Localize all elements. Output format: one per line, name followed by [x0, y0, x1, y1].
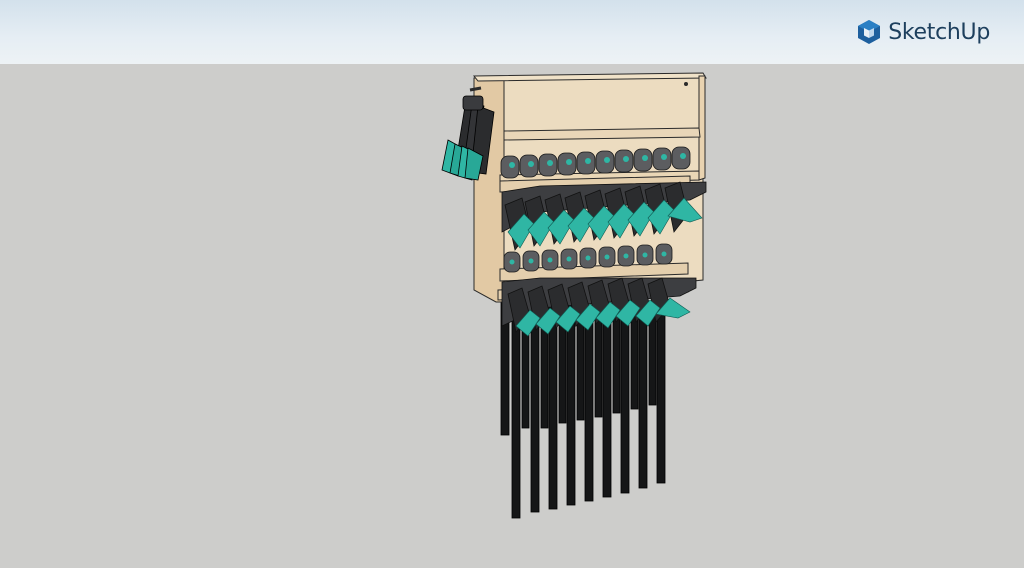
clamp-bar: [584, 304, 594, 502]
sketchup-logo-icon: [858, 20, 881, 44]
clamp-bar: [638, 304, 648, 489]
clamp-rack-model[interactable]: [0, 0, 1024, 568]
clamp-bar: [566, 304, 576, 506]
brand-name: SketchUp: [888, 19, 990, 45]
brand-logo: SketchUp: [857, 18, 990, 46]
clamp-bar: [548, 304, 558, 510]
clamp-bar: [511, 299, 521, 519]
clamp-bar: [656, 304, 666, 484]
clamp-bar: [620, 304, 630, 494]
hanger-peg: [469, 86, 482, 92]
3d-viewport[interactable]: SketchUp: [0, 0, 1024, 568]
clamp-bar: [602, 304, 612, 498]
clamp-bar: [530, 304, 540, 513]
cabinet-right-edge: [698, 75, 706, 181]
